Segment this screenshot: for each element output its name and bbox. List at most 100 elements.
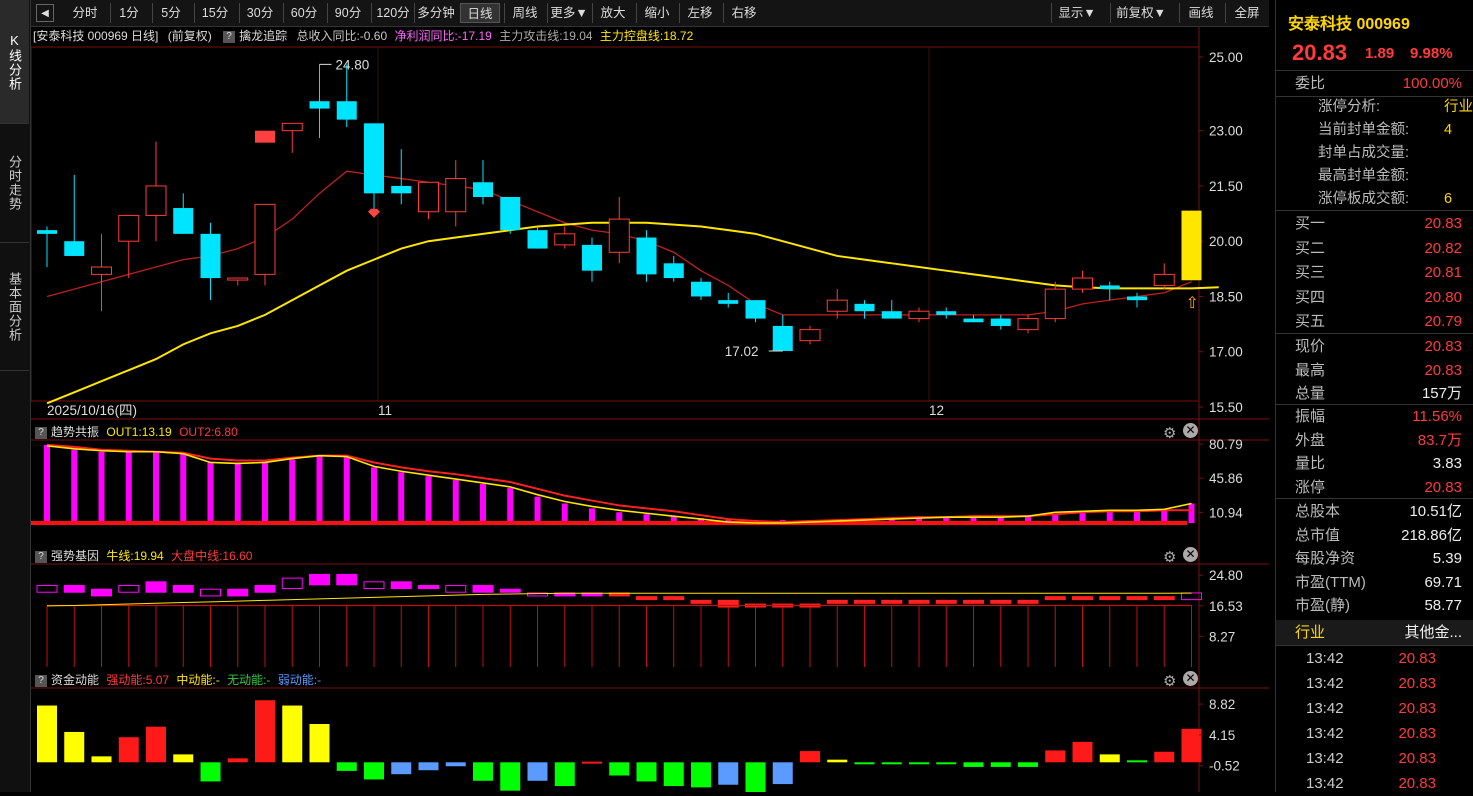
period-90min[interactable]: 90分	[327, 3, 368, 23]
stats-label: 振幅	[1295, 408, 1326, 425]
zoom-in-button[interactable]: 放大	[592, 3, 633, 23]
limit-info-row: 最高封单金额:	[1276, 165, 1473, 188]
stats-value: 11.56%	[1412, 408, 1462, 425]
trend-bar	[125, 451, 132, 523]
period-fenshi[interactable]: 分时	[66, 3, 104, 23]
trend-bar	[371, 467, 377, 523]
close-icon[interactable]: ✕	[1183, 671, 1198, 686]
close-icon[interactable]: ✕	[1183, 547, 1198, 562]
candle-body	[582, 244, 602, 271]
fund-bar	[1181, 728, 1202, 763]
fund-tick-label: 4.15	[1209, 728, 1235, 743]
display-dropdown[interactable]: 显示▼	[1051, 3, 1102, 23]
trend-bar	[561, 503, 568, 523]
gene-bar	[826, 599, 848, 604]
candle-body	[663, 263, 684, 279]
chart-area[interactable]: [安泰科技 000969 日线] (前复权) ? 擒龙追踪 总收入同比:-0.60…	[31, 27, 1269, 792]
gene-panel-header: ? 强势基因 牛线:19.94 大盘中线:16.60	[31, 547, 252, 565]
gene-bar	[1126, 596, 1148, 601]
trend-bar	[425, 476, 432, 523]
fundamentals-value: 5.39	[1432, 550, 1462, 567]
stats-row: 振幅 11.56%	[1276, 404, 1473, 429]
stats-label: 外盘	[1295, 431, 1326, 449]
trend-bar	[452, 480, 459, 523]
industry-row[interactable]: 行业 其他金...	[1276, 620, 1473, 645]
adjust-dropdown[interactable]: 前复权▼	[1110, 3, 1171, 23]
fund-bar	[1045, 750, 1066, 763]
gene-bar	[1017, 599, 1039, 604]
candle-body	[227, 277, 249, 281]
tick-row: 13:42 20.83	[1276, 671, 1473, 696]
fund-bar	[554, 762, 575, 787]
fund-bar	[200, 762, 221, 782]
gene-bar	[118, 585, 140, 593]
fund-bar	[64, 731, 85, 763]
gene-title: 强势基因	[51, 549, 100, 563]
period-weekly[interactable]: 周线	[504, 3, 545, 23]
period-30min[interactable]: 30分	[239, 3, 280, 23]
trend-panel-header: ? 趋势共振 OUT1:13.19 OUT2:6.80	[31, 423, 238, 441]
settings-gear-icon[interactable]: ⚙	[1163, 672, 1176, 690]
gene-bar	[908, 599, 930, 604]
period-daily[interactable]: 日线	[460, 3, 500, 23]
settings-gear-icon[interactable]: ⚙	[1163, 424, 1176, 442]
move-left-button[interactable]: 左移	[679, 3, 720, 23]
candle-body	[527, 230, 548, 249]
bid-label: 买四	[1295, 288, 1326, 306]
bid-price: 20.82	[1424, 239, 1462, 257]
rocket-icon: ⇧	[1186, 295, 1199, 312]
quotes-value: 157万	[1421, 385, 1462, 402]
fund-medium: 中动能:-	[176, 673, 220, 687]
help-icon[interactable]: ?	[35, 674, 47, 687]
candle-body	[37, 230, 57, 234]
period-60min[interactable]: 60分	[283, 3, 324, 23]
tab-fundamentals[interactable]: 基本面分析	[0, 243, 29, 371]
period-120min[interactable]: 120分	[371, 3, 414, 23]
stats-label: 涨停	[1295, 478, 1326, 496]
gene-tick-label: 24.80	[1209, 568, 1243, 583]
tick-time: 13:42	[1306, 775, 1344, 792]
period-1min[interactable]: 1分	[110, 3, 147, 23]
limit-info-row: 涨停板成交额: 6	[1276, 188, 1473, 211]
trend-bar	[1188, 503, 1195, 523]
help-icon[interactable]: ?	[35, 426, 47, 439]
fund-bar	[227, 758, 248, 763]
fund-bar	[636, 762, 657, 782]
fund-bar	[282, 705, 303, 763]
period-multi-min[interactable]: 多分钟	[414, 3, 457, 23]
trend-bar	[398, 472, 405, 523]
toolbar: ◀ 分时 1分 5分 15分 30分 60分 90分 120分 多分钟 日线 周…	[31, 0, 1269, 27]
fund-bar	[527, 762, 548, 781]
gene-bar	[881, 599, 903, 604]
candle-body	[173, 208, 194, 234]
fullscreen-button[interactable]: 全屏	[1225, 3, 1268, 23]
limit-info-label: 当前封单金额:	[1318, 122, 1410, 138]
candle-body	[691, 281, 711, 297]
move-right-button[interactable]: 右移	[723, 3, 764, 23]
gene-bar	[227, 588, 249, 597]
period-15min[interactable]: 15分	[194, 3, 235, 23]
tab-intraday[interactable]: 分时走势	[0, 124, 29, 243]
fund-bar	[173, 754, 194, 763]
settings-gear-icon[interactable]: ⚙	[1163, 548, 1176, 566]
period-more-dropdown[interactable]: 更多▼	[547, 3, 590, 23]
trend-bar	[534, 496, 541, 523]
help-icon[interactable]: ?	[35, 550, 47, 563]
gene-bar	[254, 585, 276, 593]
trend-bar	[289, 459, 296, 523]
fund-bar	[827, 759, 848, 763]
weibi-row: 委比 100.00%	[1276, 71, 1473, 96]
close-icon[interactable]: ✕	[1183, 423, 1198, 438]
fund-bar	[37, 705, 57, 763]
trend-bar	[316, 455, 323, 523]
fund-bar	[309, 724, 330, 763]
tab-kline-analysis[interactable]: K线分析	[0, 0, 29, 124]
zoom-out-button[interactable]: 缩小	[636, 3, 677, 23]
period-5min[interactable]: 5分	[152, 3, 189, 23]
gene-bar	[636, 596, 657, 601]
back-arrow-icon[interactable]: ◀	[36, 4, 54, 22]
draw-line-button[interactable]: 画线	[1179, 3, 1222, 23]
fund-bar	[772, 762, 793, 785]
quotes-value: 20.83	[1424, 361, 1462, 379]
bid-row: 买四 20.80	[1276, 285, 1473, 310]
